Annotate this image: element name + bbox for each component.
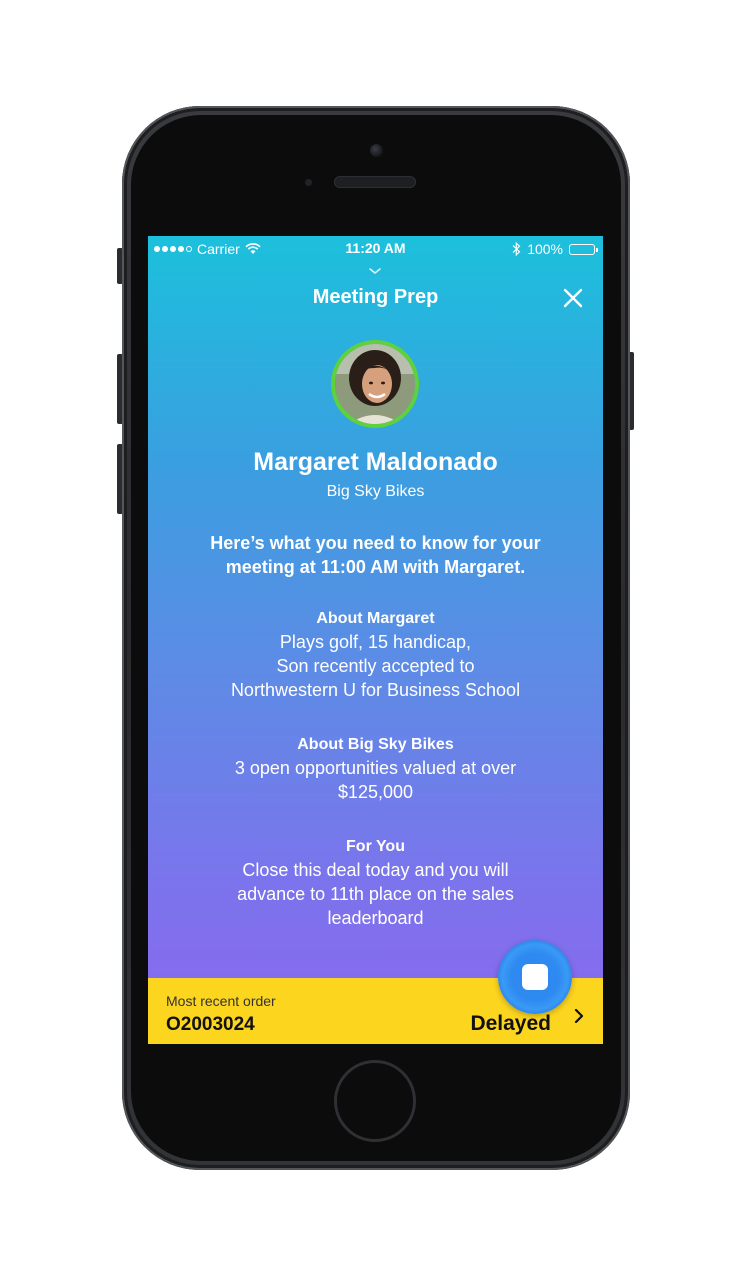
order-label: Most recent order bbox=[166, 993, 276, 1009]
front-camera bbox=[370, 144, 383, 157]
meeting-intro: Here’s what you need to know for your me… bbox=[210, 533, 541, 577]
assistant-button[interactable] bbox=[498, 940, 572, 1014]
section-heading: About Big Sky Bikes bbox=[297, 736, 454, 753]
person-photo bbox=[335, 344, 415, 424]
order-status: Delayed bbox=[470, 1012, 551, 1035]
section-line: leaderboard bbox=[327, 908, 424, 928]
close-icon[interactable] bbox=[561, 286, 585, 310]
order-id: O2003024 bbox=[166, 1014, 255, 1035]
app-screen: Carrier 11:20 AM 100% Meeting Prep Marga… bbox=[148, 236, 603, 1044]
chevron-right-icon bbox=[574, 1008, 584, 1024]
battery-percent: 100% bbox=[527, 241, 563, 257]
avatar bbox=[331, 340, 419, 428]
bluetooth-icon bbox=[512, 242, 521, 256]
section-for-you: For You Close this deal today and you wi… bbox=[168, 836, 583, 930]
section-line: Northwestern U for Business School bbox=[230, 680, 521, 700]
section-heading: About Margaret bbox=[316, 610, 435, 627]
contact-company: Big Sky Bikes bbox=[326, 483, 425, 500]
section-about-person: About Margaret Plays golf, 15 handicap, … bbox=[168, 608, 583, 702]
contact-name: Margaret Maldonado bbox=[253, 448, 498, 476]
earpiece-speaker bbox=[334, 176, 416, 188]
proximity-sensor bbox=[305, 179, 312, 186]
battery-icon bbox=[569, 243, 598, 255]
page-title: Meeting Prep bbox=[312, 286, 439, 308]
section-line: Plays golf, 15 handicap, bbox=[279, 632, 472, 652]
section-about-company: About Big Sky Bikes 3 open opportunities… bbox=[168, 734, 583, 804]
section-line: Close this deal today and you will bbox=[242, 860, 509, 880]
section-line: Son recently accepted to bbox=[276, 656, 475, 676]
chevron-down-icon[interactable] bbox=[368, 266, 382, 276]
section-line: advance to 11th place on the sales bbox=[237, 884, 514, 904]
section-heading: For You bbox=[346, 838, 405, 855]
section-line: 3 open opportunities valued at over bbox=[234, 758, 517, 778]
stop-icon bbox=[522, 964, 548, 990]
status-bar: Carrier 11:20 AM 100% bbox=[148, 236, 603, 262]
section-line: $125,000 bbox=[337, 782, 414, 802]
status-right: 100% bbox=[512, 241, 598, 257]
device-stage: Carrier 11:20 AM 100% Meeting Prep Marga… bbox=[0, 0, 750, 1282]
home-button[interactable] bbox=[334, 1060, 416, 1142]
